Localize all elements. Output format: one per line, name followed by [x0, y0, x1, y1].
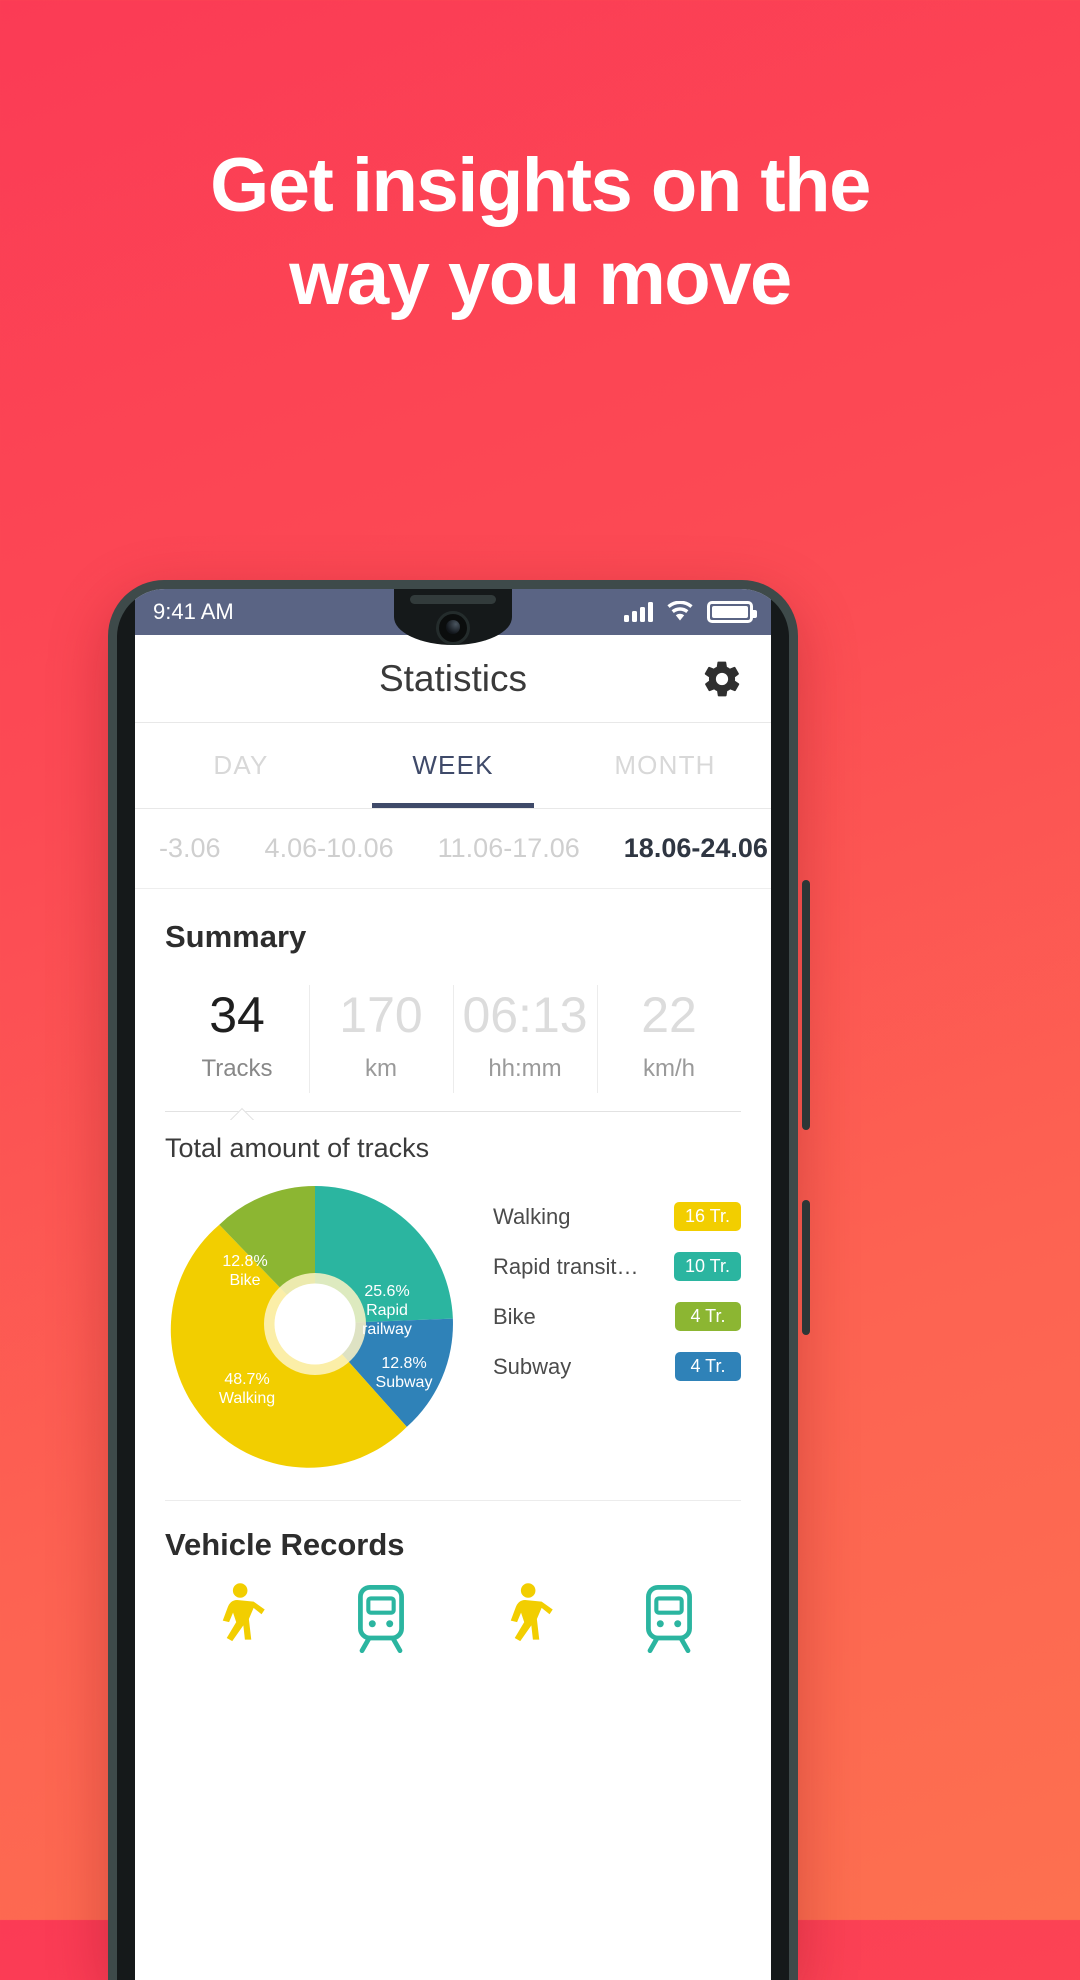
stat-distance[interactable]: 170 km	[309, 979, 453, 1099]
tracks-donut-chart[interactable]: 25.6% Rapid railway 12.8% Subway 48.7% Walki…	[165, 1174, 465, 1474]
train-icon[interactable]	[631, 1581, 707, 1657]
legend-label: Bike	[493, 1303, 536, 1329]
gear-icon[interactable]	[701, 658, 743, 700]
earpiece-speaker	[410, 595, 496, 604]
summary-title: Summary	[165, 919, 307, 954]
week-item[interactable]: 4.06-10.06	[243, 833, 416, 864]
donut-svg	[170, 1185, 453, 1468]
chart-title: Total amount of tracks	[165, 1132, 430, 1163]
tab-month[interactable]: MONTH	[559, 723, 771, 808]
week-carousel[interactable]: -3.06 4.06-10.06 11.06-17.06 18.06-24.06	[135, 809, 771, 889]
legend-row-rapid-transit[interactable]: Rapid transit… 10 Tr.	[493, 1242, 741, 1292]
legend-label: Walking	[493, 1203, 571, 1229]
stat-speed[interactable]: 22 km/h	[597, 979, 741, 1099]
phone-screen: 9:41 AM Statistics DAY WEEK MONTH -3.06 …	[135, 589, 771, 1980]
tab-week-label: WEEK	[412, 750, 494, 780]
legend-badge: 16 Tr.	[673, 1202, 741, 1231]
legend-row-subway[interactable]: Subway 4 Tr.	[493, 1342, 741, 1392]
legend-badge: 4 Tr.	[675, 1302, 741, 1331]
legend-row-walking[interactable]: Walking 16 Tr.	[493, 1192, 741, 1242]
stat-distance-label: km	[365, 1054, 397, 1082]
tab-month-label: MONTH	[614, 750, 716, 780]
stat-distance-value: 170	[339, 987, 423, 1043]
vehicle-records-title: Vehicle Records	[165, 1526, 405, 1562]
vehicle-records-icons	[165, 1581, 741, 1657]
stat-duration-label: hh:mm	[488, 1054, 562, 1082]
volume-button[interactable]	[802, 880, 810, 1130]
week-item[interactable]: 11.06-17.06	[416, 833, 602, 864]
stat-tracks-label: Tracks	[201, 1054, 273, 1082]
tab-day[interactable]: DAY	[135, 723, 347, 808]
tab-week[interactable]: WEEK	[347, 723, 559, 808]
battery-full-icon	[707, 601, 757, 623]
walking-icon[interactable]	[487, 1581, 563, 1657]
legend-label: Subway	[493, 1353, 572, 1379]
stat-tracks[interactable]: 34 Tracks	[165, 979, 309, 1099]
power-button[interactable]	[802, 1200, 810, 1335]
headline-line-1: Get insights on the	[210, 143, 871, 228]
week-item-selected[interactable]: 18.06-24.06	[602, 833, 771, 864]
stat-speed-label: km/h	[642, 1054, 695, 1082]
app-bar: Statistics	[135, 635, 771, 723]
legend-label: Rapid transit…	[493, 1253, 639, 1279]
promo-headline: Get insights on the way you move	[0, 140, 1080, 325]
period-tabs: DAY WEEK MONTH	[135, 723, 771, 809]
summary-stats: 34 Tracks 170 km 06:13 hh:mm 22 km/h	[165, 979, 741, 1099]
phone-mockup: 9:41 AM Statistics DAY WEEK MONTH -3.06 …	[108, 580, 810, 1980]
page-title: Statistics	[378, 657, 528, 699]
week-item[interactable]: -3.06	[137, 833, 243, 864]
stat-tracks-value: 34	[209, 987, 265, 1043]
stat-speed-value: 22	[641, 987, 697, 1043]
status-time: 9:41 AM	[153, 599, 234, 624]
legend-badge: 4 Tr.	[675, 1352, 741, 1381]
train-icon[interactable]	[343, 1581, 419, 1657]
legend-row-bike[interactable]: Bike 4 Tr.	[493, 1292, 741, 1342]
stat-duration-value: 06:13	[462, 987, 588, 1043]
signal-bars-icon	[624, 602, 653, 622]
walking-icon[interactable]	[199, 1581, 275, 1657]
chart-legend: Walking 16 Tr. Rapid transit… 10 Tr. Bik…	[465, 1174, 741, 1392]
section-divider	[165, 1499, 741, 1501]
legend-badge: 10 Tr.	[673, 1252, 741, 1281]
stats-divider	[165, 1103, 741, 1119]
headline-line-2: way you move	[289, 235, 792, 321]
stat-duration[interactable]: 06:13 hh:mm	[453, 979, 597, 1099]
front-camera-icon	[436, 611, 470, 645]
wifi-icon	[667, 601, 693, 621]
tab-day-label: DAY	[213, 750, 269, 780]
